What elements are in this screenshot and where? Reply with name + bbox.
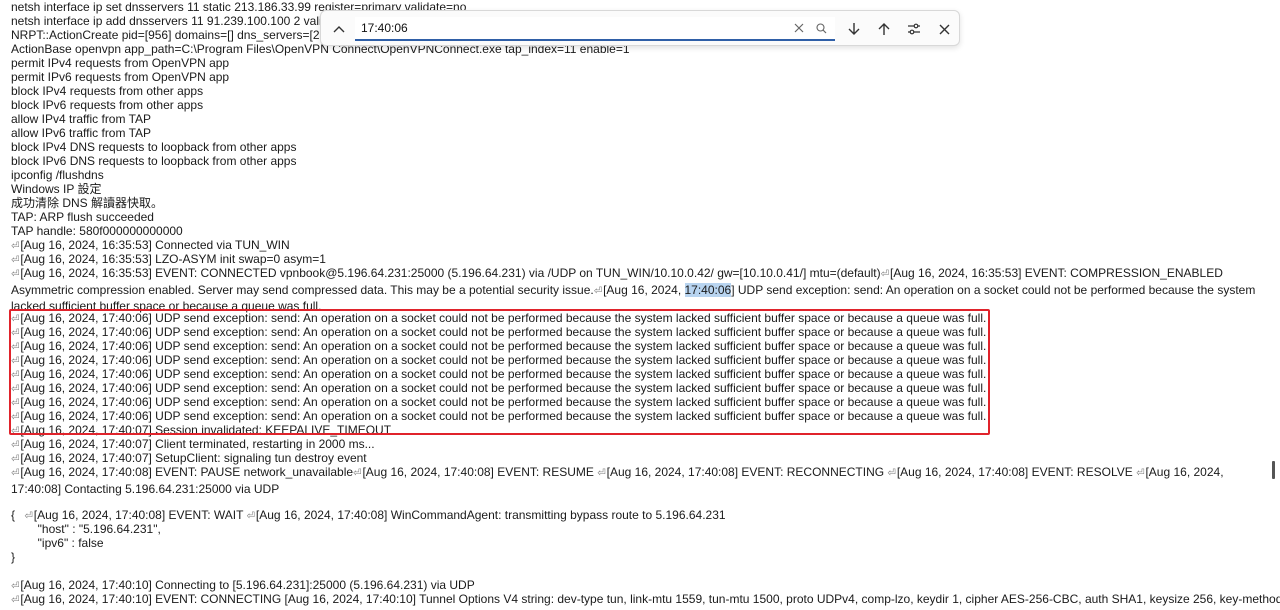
arrow-down-icon[interactable] <box>842 17 866 41</box>
log-view: netsh interface ip set dnsservers 11 sta… <box>11 0 1280 606</box>
log-line-text: [Aug 16, 2024, 17:40:07] SetupClient: si… <box>20 451 367 465</box>
log-line-text: TAP handle: 580f000000000000 <box>11 224 183 238</box>
error-callout-box <box>9 309 990 435</box>
search-icon[interactable] <box>811 17 831 39</box>
return-symbol: ⏎ <box>597 468 606 479</box>
search-match-highlight: 17:40:06 <box>684 282 732 297</box>
log-line: permit IPv4 requests from OpenVPN app <box>11 56 1267 70</box>
event-bypass-route: [Aug 16, 2024, 17:40:08] WinCommandAgent… <box>255 508 726 522</box>
return-symbol: ⏎ <box>11 468 20 479</box>
event-connected: [Aug 16, 2024, 16:35:53] EVENT: CONNECTE… <box>20 266 881 280</box>
log-line: allow IPv6 traffic from TAP <box>11 126 1267 140</box>
arrow-up-icon[interactable] <box>872 17 896 41</box>
event-resolve: [Aug 16, 2024, 17:40:08] EVENT: RESOLVE <box>896 465 1137 479</box>
close-icon[interactable] <box>932 17 956 41</box>
log-line: ⏎[Aug 16, 2024, 16:35:53] Connected via … <box>11 238 1267 252</box>
log-line-text: block IPv6 requests from other apps <box>11 98 204 112</box>
event-reconnecting: [Aug 16, 2024, 17:40:08] EVENT: RECONNEC… <box>606 465 888 479</box>
log-line: TAP handle: 580f000000000000 <box>11 224 1267 238</box>
log-line-text: 成功清除 DNS 解讀器快取。 <box>11 196 164 210</box>
return-symbol: ⏎ <box>246 511 255 522</box>
return-symbol: ⏎ <box>11 241 20 252</box>
log-line: ⏎[Aug 16, 2024, 17:40:10] Connecting to … <box>11 578 1267 592</box>
log-line-text: block IPv6 DNS requests to loopback from… <box>11 154 297 168</box>
log-line-text: "host" : "5.196.64.231", <box>11 522 161 536</box>
chevron-up-icon[interactable] <box>327 17 351 41</box>
event-resume: [Aug 16, 2024, 17:40:08] EVENT: RESUME <box>362 465 598 479</box>
log-line: ⏎[Aug 16, 2024, 16:35:53] LZO-ASYM init … <box>11 252 1267 266</box>
log-line: Windows IP 設定 <box>11 182 1267 196</box>
log-line: permit IPv6 requests from OpenVPN app <box>11 70 1267 84</box>
json-line: "ipv6" : false <box>11 536 1267 550</box>
log-line-text: [Aug 16, 2024, 17:40:10] EVENT: CONNECTI… <box>20 592 1280 606</box>
sliders-icon[interactable] <box>902 17 926 41</box>
log-line-text: "ipv6" : false <box>11 536 104 550</box>
return-symbol: ⏎ <box>593 285 603 297</box>
return-symbol: ⏎ <box>11 454 20 465</box>
log-line-text: ipconfig /flushdns <box>11 168 104 182</box>
log-line-text: [Aug 16, 2024, 16:35:53] LZO-ASYM init s… <box>20 252 326 266</box>
log-line-text: [Aug 16, 2024, 17:40:07] Client terminat… <box>20 437 375 451</box>
udp-prefix: [Aug 16, 2024, <box>603 282 685 297</box>
log-line: block IPv4 DNS requests to loopback from… <box>11 140 1267 154</box>
event-pause: [Aug 16, 2024, 17:40:08] EVENT: PAUSE ne… <box>20 465 354 479</box>
find-bar <box>320 10 960 46</box>
log-line: block IPv4 requests from other apps <box>11 84 1267 98</box>
log-line: allow IPv4 traffic from TAP <box>11 112 1267 126</box>
json-line: } <box>11 550 1267 564</box>
log-line-text: netsh interface ip add dnsservers 11 91.… <box>11 14 366 28</box>
log-line-text: } <box>11 550 16 564</box>
find-input[interactable] <box>361 19 781 37</box>
log-line-text: block IPv4 requests from other apps <box>11 84 204 98</box>
log-line-text: [Aug 16, 2024, 17:40:10] Connecting to [… <box>20 578 475 592</box>
log-line: block IPv6 requests from other apps <box>11 98 1267 112</box>
log-event-paragraph: ⏎[Aug 16, 2024, 16:35:53] EVENT: CONNECT… <box>11 266 1267 313</box>
log-line-text: TAP: ARP flush succeeded <box>11 210 154 224</box>
log-line: ⏎[Aug 16, 2024, 17:40:07] SetupClient: s… <box>11 451 1267 465</box>
return-symbol: ⏎ <box>11 440 20 451</box>
log-line: 成功清除 DNS 解讀器快取。 <box>11 196 1267 210</box>
log-line-text: permit IPv4 requests from OpenVPN app <box>11 56 230 70</box>
log-line: ⏎[Aug 16, 2024, 17:40:10] EVENT: CONNECT… <box>11 592 1280 606</box>
log-line-text: block IPv4 DNS requests to loopback from… <box>11 140 297 154</box>
return-symbol: ⏎ <box>11 595 20 606</box>
return-symbol: ⏎ <box>887 468 896 479</box>
scrollbar-thumb[interactable] <box>1272 461 1275 479</box>
find-input-container <box>355 17 835 41</box>
return-symbol: ⏎ <box>1136 468 1145 479</box>
json-line: "host" : "5.196.64.231", <box>11 522 1267 536</box>
log-line: block IPv6 DNS requests to loopback from… <box>11 154 1267 168</box>
log-line: TAP: ARP flush succeeded <box>11 210 1267 224</box>
return-symbol: ⏎ <box>353 468 362 479</box>
log-line-text: allow IPv4 traffic from TAP <box>11 112 152 126</box>
log-line-text: { <box>11 508 16 522</box>
log-line-text: [Aug 16, 2024, 16:35:53] Connected via T… <box>20 238 290 252</box>
log-line: ipconfig /flushdns <box>11 168 1267 182</box>
log-pause-paragraph: ⏎[Aug 16, 2024, 17:40:08] EVENT: PAUSE n… <box>11 465 1267 496</box>
return-symbol: ⏎ <box>11 581 20 592</box>
return-symbol: ⏎ <box>24 511 33 522</box>
log-line: ⏎[Aug 16, 2024, 17:40:07] Client termina… <box>11 437 1267 451</box>
log-line-text: Windows IP 設定 <box>11 182 102 196</box>
return-symbol: ⏎ <box>11 269 20 280</box>
log-line-text: permit IPv6 requests from OpenVPN app <box>11 70 230 84</box>
log-line-text: allow IPv6 traffic from TAP <box>11 126 152 140</box>
return-symbol: ⏎ <box>11 255 20 266</box>
close-icon[interactable] <box>789 17 809 39</box>
event-wait: [Aug 16, 2024, 17:40:08] EVENT: WAIT <box>33 508 247 522</box>
return-symbol: ⏎ <box>880 269 890 280</box>
